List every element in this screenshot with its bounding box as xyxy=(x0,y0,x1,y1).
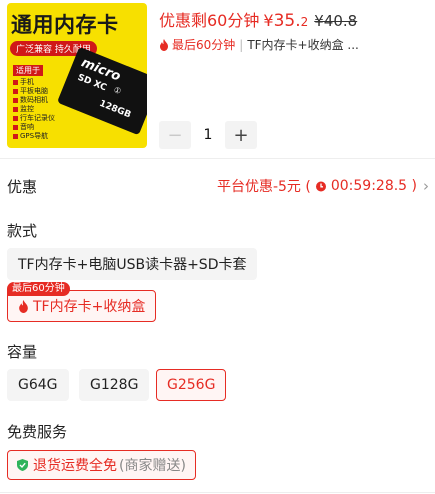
flame-icon xyxy=(19,299,28,313)
service-sub-text: (商家赠送) xyxy=(119,458,186,474)
price-countdown-tag: 优惠剩60分钟 xyxy=(159,11,260,30)
capacity-label: 容量 xyxy=(7,343,38,361)
capacity-option-64g[interactable]: G64G xyxy=(7,369,69,401)
card-grade: ① xyxy=(112,85,123,97)
selected-summary[interactable]: TF内存卡+收纳盒 ... xyxy=(247,36,359,53)
image-use-item: 行车记录仪 xyxy=(13,114,55,123)
image-use-item: 音响 xyxy=(13,123,55,132)
capacity-option-256g[interactable]: G256G xyxy=(156,369,227,401)
image-use-item: 数码相机 xyxy=(13,96,55,105)
image-use-list: 手机 平板电脑 数码相机 监控 行车记录仪 音响 GPS导航 xyxy=(13,78,55,141)
discount-text: 平台优惠-5元 ( xyxy=(216,179,311,195)
divider xyxy=(0,158,435,159)
image-use-item: 平板电脑 xyxy=(13,87,55,96)
increase-button[interactable]: + xyxy=(225,121,257,149)
promo-separator: | xyxy=(239,37,244,52)
capacity-option-128g[interactable]: G128G xyxy=(79,369,150,401)
image-use-item: GPS导航 xyxy=(13,132,55,141)
free-return-badge[interactable]: 退货运费全免 (商家赠送) xyxy=(7,450,196,480)
promo-tag: 最后60分钟 xyxy=(172,38,236,52)
style-option-label: TF内存卡+收纳盒 xyxy=(33,299,146,315)
image-use-item: 手机 xyxy=(13,78,55,87)
shield-check-icon xyxy=(17,459,28,471)
price-decimal: 2 xyxy=(300,15,309,29)
alarm-clock-icon xyxy=(315,181,326,192)
price-integer: 35. xyxy=(273,11,301,31)
style-option[interactable]: TF内存卡+电脑USB读卡器+SD卡套 xyxy=(7,248,258,280)
price-line: 优惠剩60分钟 ¥ 35. 2 ¥40.8 xyxy=(159,7,357,31)
quantity-value[interactable]: 1 xyxy=(191,127,225,143)
style-label: 款式 xyxy=(7,222,38,240)
discount-row[interactable]: 平台优惠-5元 ( 00:59:28.5 ) xyxy=(217,176,417,196)
product-image[interactable]: 通用内存卡 广泛兼容 持久耐用 适用于 手机 平板电脑 数码相机 监控 行车记录… xyxy=(7,3,147,148)
service-main-text: 退货运费全免 xyxy=(33,458,117,474)
quantity-stepper: − 1 + xyxy=(159,121,257,149)
chevron-right-icon[interactable]: › xyxy=(423,177,429,195)
flame-icon xyxy=(160,38,168,51)
discount-timer: 00:59:28.5 ) xyxy=(330,178,417,194)
original-price: ¥40.8 xyxy=(314,12,358,30)
style-option-badge: 最后60分钟 xyxy=(7,282,70,296)
card-capacity: 128GB xyxy=(97,98,133,121)
memory-card-graphic: micro SD XC ① 128GB xyxy=(56,46,147,136)
image-apply-label: 适用于 xyxy=(13,65,43,76)
image-use-item: 监控 xyxy=(13,105,55,114)
promo-line: 最后60分钟 | TF内存卡+收纳盒 ... xyxy=(159,36,359,53)
decrease-button[interactable]: − xyxy=(159,121,191,149)
divider xyxy=(0,492,435,493)
price-currency: ¥ xyxy=(263,11,274,30)
service-label: 免费服务 xyxy=(7,423,68,441)
image-title: 通用内存卡 xyxy=(11,13,119,37)
discount-label: 优惠 xyxy=(7,178,38,196)
